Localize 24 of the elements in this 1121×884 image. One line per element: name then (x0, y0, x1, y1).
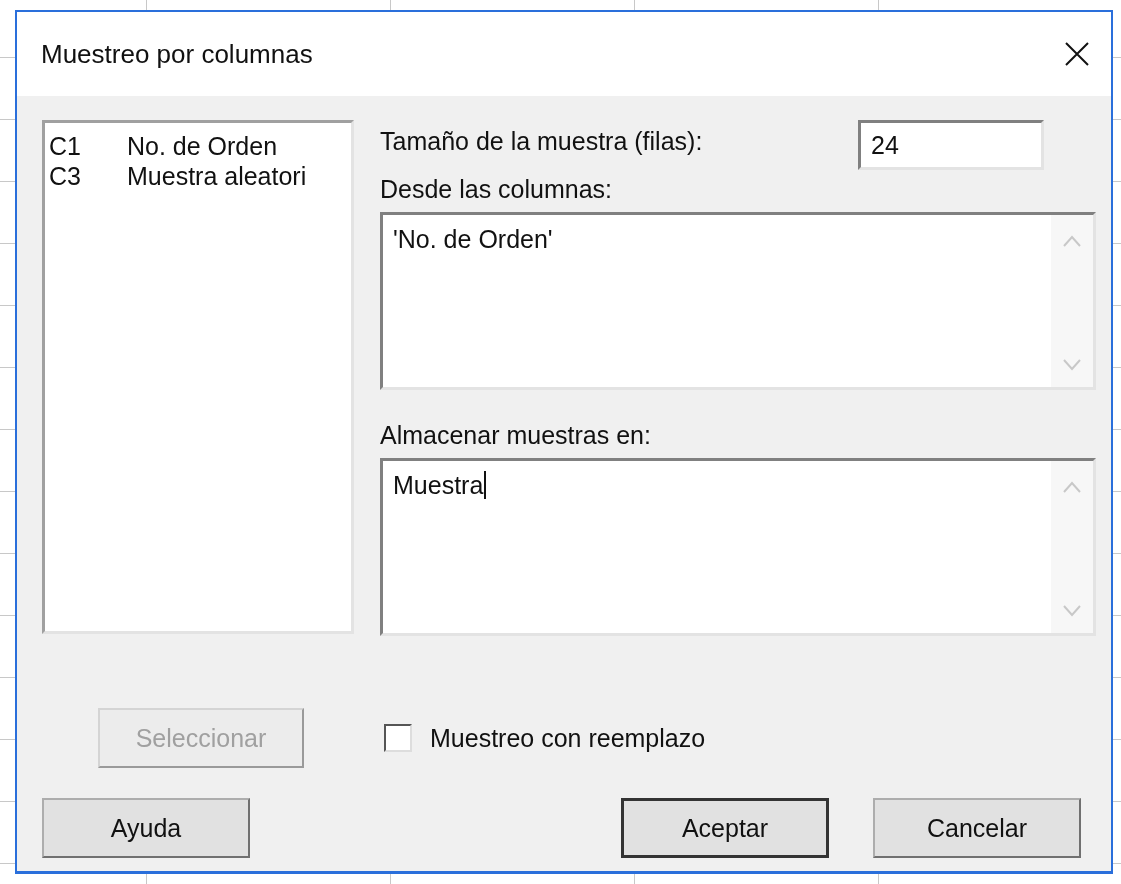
field-label: Tamaño de la muestra (filas): (380, 126, 703, 156)
columns-text-area[interactable]: 'No. de Orden' (380, 212, 1096, 390)
sample-size-field[interactable]: 24 (858, 120, 1044, 170)
column-name: No. de Orden (127, 131, 278, 161)
column-id: C3 (49, 161, 82, 191)
column-id: C1 (49, 131, 82, 161)
field-value: 'No. de Orden' (393, 225, 553, 253)
store-text-area[interactable]: Muestra (380, 458, 1096, 636)
column-name: Muestra aleatori (127, 161, 307, 191)
window-title: Muestreo por columnas (41, 38, 313, 70)
cancel-button[interactable]: Cancelar (873, 798, 1081, 858)
accept-button[interactable]: Aceptar (621, 798, 829, 858)
scroll-up-icon[interactable] (1063, 481, 1081, 493)
scroll-down-icon[interactable] (1063, 359, 1081, 371)
checkbox[interactable] (384, 724, 412, 752)
checkbox-label[interactable]: Muestreo con reemplazo (430, 723, 706, 753)
field-value: Muestra (393, 471, 487, 499)
close-icon[interactable] (1065, 42, 1089, 66)
help-button[interactable]: Ayuda (42, 798, 250, 858)
field-label: Desde las columnas: (380, 174, 613, 204)
scroll-up-icon[interactable] (1063, 235, 1081, 247)
scroll-down-icon[interactable] (1063, 605, 1081, 617)
field-label: Almacenar muestras en: (380, 420, 651, 450)
column-list[interactable]: C1 No. de Orden C3 Muestra aleatori (42, 120, 354, 634)
